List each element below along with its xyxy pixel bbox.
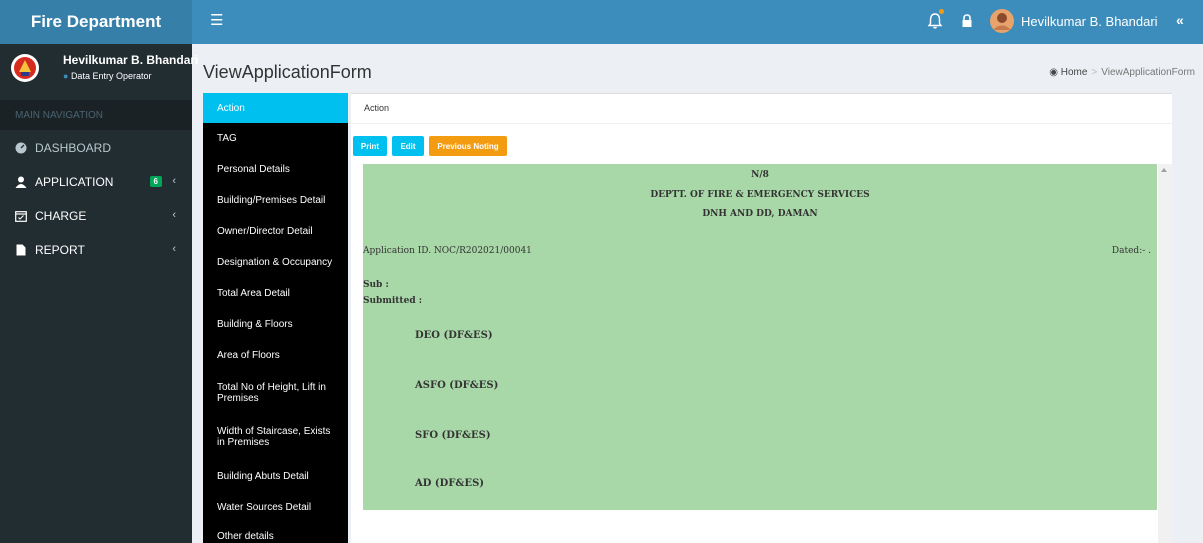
sidebar-item-label: DASHBOARD (35, 141, 112, 155)
file-icon (15, 244, 29, 256)
sidebar-item-label: CHARGE (35, 209, 87, 223)
signatory-sfo: SFO (DF&ES) (415, 430, 491, 441)
application-count-badge: 6 (149, 176, 162, 187)
print-button[interactable]: Print (353, 136, 387, 156)
dashboard-icon (15, 142, 29, 154)
notification-dot (939, 9, 944, 14)
user-menu-name[interactable]: Hevilkumar B. Bhandari (1021, 14, 1158, 29)
status-icon: ● (63, 71, 71, 81)
application-id: Application ID. NOC/R202021/00041 (363, 246, 532, 256)
user-avatar-icon[interactable] (990, 9, 1014, 33)
tab-height-lift[interactable]: Total No of Height, Lift in Premises (203, 373, 348, 413)
tab-owner-director-detail[interactable]: Owner/Director Detail (203, 216, 348, 247)
user-icon (15, 176, 29, 188)
app-logo[interactable]: Fire Department (0, 0, 192, 44)
signatory-ad: AD (DF&ES) (415, 478, 485, 489)
user-panel: Hevilkumar B. Bhandari ● Data Entry Oper… (0, 44, 198, 100)
edit-button[interactable]: Edit (392, 136, 424, 156)
sidebar: Hevilkumar B. Bhandari ● Data Entry Oper… (0, 44, 198, 543)
tab-action[interactable]: Action (203, 93, 348, 123)
previous-noting-button[interactable]: Previous Noting (429, 136, 507, 156)
signatory-deo: DEO (DF&ES) (415, 330, 493, 341)
tab-water-sources-detail[interactable]: Water Sources Detail (203, 492, 348, 523)
tab-building-floors[interactable]: Building & Floors (203, 309, 348, 340)
sidebar-item-report[interactable]: REPORT ‹ (0, 233, 192, 267)
subject-label: Sub : (363, 280, 389, 290)
department-emblem-icon (11, 54, 39, 82)
dated-text: Dated:- . (1111, 246, 1151, 256)
control-sidebar-icon[interactable]: « (1176, 12, 1184, 28)
chevron-left-icon: ‹ (172, 175, 176, 187)
tab-building-abuts-detail[interactable]: Building Abuts Detail (203, 461, 348, 491)
tab-other-details[interactable]: Other details (203, 525, 348, 543)
bell-icon[interactable] (926, 12, 944, 30)
chevron-left-icon: ‹ (172, 243, 176, 255)
page-title: ViewApplicationForm (203, 62, 372, 82)
menu-toggle-icon[interactable]: ☰ (210, 11, 230, 31)
sidebar-item-label: APPLICATION (35, 175, 114, 189)
department-location: DNH AND DD, DAMAN (702, 209, 818, 219)
sidebar-item-label: REPORT (35, 243, 85, 257)
breadcrumb: ◉ Home > ViewApplicationForm (1049, 67, 1195, 78)
calendar-icon (15, 210, 29, 222)
top-navbar: ☰ Hevilkumar B. Bhandari « (192, 0, 1203, 44)
signatory-asfo: ASFO (DF&ES) (415, 380, 499, 391)
tab-tag[interactable]: TAG (203, 123, 348, 154)
department-name: DEPTT. OF FIRE & EMERGENCY SERVICES (650, 190, 870, 200)
tab-designation-occupancy[interactable]: Designation & Occupancy (203, 247, 348, 278)
breadcrumb-separator: > (1091, 67, 1098, 78)
lock-icon[interactable] (960, 13, 974, 29)
box-title: Action (364, 103, 390, 113)
noting-number: N/8 (751, 170, 769, 180)
breadcrumb-home[interactable]: Home (1061, 67, 1088, 78)
nav-header: MAIN NAVIGATION (0, 100, 192, 130)
sidebar-item-dashboard[interactable]: DASHBOARD (0, 131, 192, 165)
sidebar-user-name: Hevilkumar B. Bhandari (63, 53, 199, 67)
content-box: Action Print Edit Previous Noting N/8 DE… (351, 93, 1172, 543)
breadcrumb-current: ViewApplicationForm (1101, 67, 1195, 78)
tab-width-staircase[interactable]: Width of Staircase, Exists in Premises (203, 417, 348, 457)
tab-menu: Action TAG Personal Details Building/Pre… (203, 93, 348, 543)
tab-area-of-floors[interactable]: Area of Floors (203, 340, 348, 371)
scroll-up-icon[interactable] (1161, 168, 1167, 172)
role-label: Data Entry Operator (70, 71, 152, 81)
scrollbar[interactable] (1158, 164, 1172, 543)
divider (351, 123, 1172, 124)
submitted-label: Submitted : (363, 296, 423, 306)
tab-building-premises-detail[interactable]: Building/Premises Detail (203, 185, 348, 216)
tab-total-area-detail[interactable]: Total Area Detail (203, 278, 348, 309)
tab-personal-details[interactable]: Personal Details (203, 154, 348, 185)
noting-document: N/8 DEPTT. OF FIRE & EMERGENCY SERVICES … (363, 164, 1157, 510)
chevron-left-icon: ‹ (172, 209, 176, 221)
sidebar-user-role: ● Data Entry Operator (63, 71, 151, 81)
home-icon: ◉ (1049, 67, 1058, 78)
sidebar-item-charge[interactable]: CHARGE ‹ (0, 199, 192, 233)
sidebar-item-application[interactable]: APPLICATION 6 ‹ (0, 165, 192, 199)
